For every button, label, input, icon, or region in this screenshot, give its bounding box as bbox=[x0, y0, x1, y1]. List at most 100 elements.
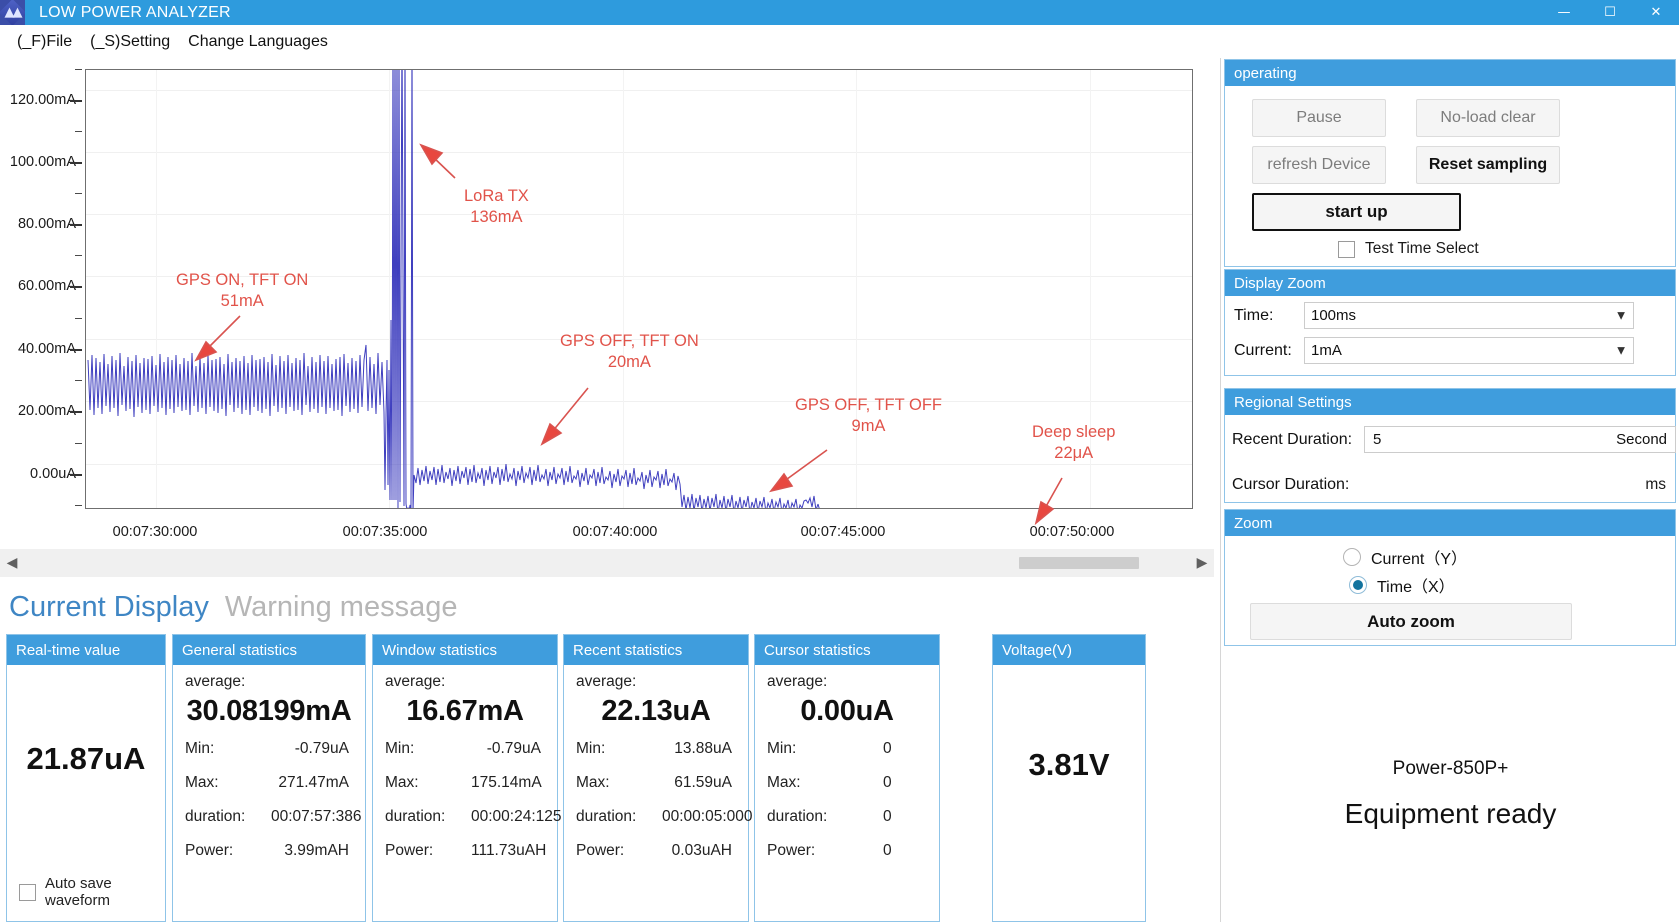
maximize-button[interactable]: ☐ bbox=[1587, 0, 1633, 25]
pause-button[interactable]: Pause bbox=[1252, 99, 1386, 137]
stat-value: 271.47mA bbox=[271, 774, 353, 792]
chart-horizontal-scrollbar[interactable]: ◀ ▶ bbox=[0, 549, 1214, 577]
stat-value: 0 bbox=[853, 808, 927, 826]
current-zoom-value: 1mA bbox=[1311, 342, 1342, 359]
recent-duration-label: Recent Duration: bbox=[1232, 431, 1352, 449]
y-tick bbox=[75, 69, 82, 70]
group-header: Zoom bbox=[1225, 510, 1675, 536]
reset-sampling-button[interactable]: Reset sampling bbox=[1416, 146, 1560, 184]
stat-value: 111.73uAH bbox=[471, 842, 550, 860]
y-axis: 120.00mA 100.00mA 80.00mA 60.00mA 40.00m… bbox=[0, 69, 82, 509]
current-label: Current: bbox=[1234, 342, 1292, 360]
group-header: operating bbox=[1225, 60, 1675, 86]
tab-current-display[interactable]: Current Display bbox=[9, 591, 209, 624]
stat-row: Power: 0 bbox=[767, 842, 927, 860]
card-cursor-statistics: Cursor statistics average: 0.00uA Min: 0… bbox=[754, 634, 940, 922]
card-general-statistics: General statistics average: 30.08199mA M… bbox=[172, 634, 366, 922]
menu-bar: (_F)File (_S)Setting Change Languages bbox=[0, 25, 1679, 58]
y-tick-label: 100.00mA bbox=[10, 154, 76, 170]
auto-save-waveform-row[interactable]: Auto save waveform bbox=[19, 875, 165, 909]
test-time-select-checkbox[interactable] bbox=[1338, 241, 1355, 258]
time-zoom-select[interactable]: 100ms ▼ bbox=[1304, 302, 1634, 329]
x-axis: 00:07:30:000 00:07:35:000 00:07:40:000 0… bbox=[0, 514, 1214, 544]
menu-item-file[interactable]: (_F)File bbox=[8, 30, 81, 54]
radio-time-x[interactable]: Time（X） bbox=[1349, 573, 1455, 597]
tab-warning-message[interactable]: Warning message bbox=[225, 591, 458, 624]
right-control-panel: operating Pause No-load clear refresh De… bbox=[1220, 58, 1679, 922]
start-up-button[interactable]: start up bbox=[1252, 193, 1461, 231]
card-recent-statistics: Recent statistics average: 22.13uA Min: … bbox=[563, 634, 749, 922]
stat-key: Max: bbox=[185, 774, 271, 792]
card-window-statistics: Window statistics average: 16.67mA Min: … bbox=[372, 634, 558, 922]
test-time-select-row[interactable]: Test Time Select bbox=[1338, 240, 1479, 258]
menu-item-setting[interactable]: (_S)Setting bbox=[81, 30, 179, 54]
close-button[interactable]: ✕ bbox=[1633, 0, 1679, 25]
scrollbar-track[interactable] bbox=[24, 549, 1190, 577]
average-value: 22.13uA bbox=[576, 695, 736, 728]
stat-key: Min: bbox=[767, 740, 853, 758]
stat-key: duration: bbox=[185, 808, 271, 826]
card-header: Window statistics bbox=[373, 635, 557, 665]
stat-value: 00:00:05:000 bbox=[662, 808, 757, 826]
y-tick bbox=[70, 349, 82, 351]
minimize-button[interactable]: — bbox=[1541, 0, 1587, 25]
stat-value: 0 bbox=[853, 740, 927, 758]
stat-key: Min: bbox=[385, 740, 471, 758]
plot-frame[interactable] bbox=[85, 69, 1193, 509]
stat-key: Power: bbox=[767, 842, 853, 860]
y-tick bbox=[70, 100, 82, 102]
y-tick bbox=[75, 380, 82, 381]
average-label: average: bbox=[767, 673, 927, 691]
stat-row: Min: -0.79uA bbox=[185, 740, 353, 758]
current-zoom-select[interactable]: 1mA ▼ bbox=[1304, 337, 1634, 364]
y-tick-label: 40.00mA bbox=[18, 341, 76, 357]
stat-row: duration: 00:00:05:000 bbox=[576, 808, 736, 826]
average-label: average: bbox=[185, 673, 353, 691]
y-tick bbox=[70, 474, 82, 476]
card-voltage: Voltage(V) 3.81V bbox=[992, 634, 1146, 922]
stat-key: Max: bbox=[385, 774, 471, 792]
group-operating: operating Pause No-load clear refresh De… bbox=[1224, 59, 1676, 267]
window-controls: — ☐ ✕ bbox=[1541, 0, 1679, 25]
average-label: average: bbox=[576, 673, 736, 691]
auto-save-waveform-checkbox[interactable] bbox=[19, 884, 36, 901]
card-header: Voltage(V) bbox=[993, 635, 1145, 665]
stat-row: Max: 61.59uA bbox=[576, 774, 736, 792]
stat-row: Max: 271.47mA bbox=[185, 774, 353, 792]
y-tick bbox=[75, 193, 82, 194]
stat-value: 0.03uAH bbox=[662, 842, 736, 860]
stat-key: Power: bbox=[385, 842, 471, 860]
recent-duration-input[interactable]: 5 Second bbox=[1364, 426, 1676, 453]
stat-row: Power: 111.73uAH bbox=[385, 842, 545, 860]
stat-value: 61.59uA bbox=[662, 774, 736, 792]
chart-area[interactable]: 120.00mA 100.00mA 80.00mA 60.00mA 40.00m… bbox=[0, 58, 1214, 583]
refresh-device-button[interactable]: refresh Device bbox=[1252, 146, 1386, 184]
y-tick bbox=[75, 255, 82, 256]
y-tick-label: 80.00mA bbox=[18, 216, 76, 232]
stat-value: 175.14mA bbox=[471, 774, 546, 792]
stat-value: 00:07:57:386 bbox=[271, 808, 366, 826]
x-tick-label: 00:07:30:000 bbox=[113, 524, 198, 540]
recent-duration-unit: Second bbox=[1616, 431, 1667, 448]
card-body: 21.87uA Auto save waveform bbox=[7, 665, 165, 921]
x-tick-label: 00:07:35:000 bbox=[343, 524, 428, 540]
radio-current-y[interactable]: Current（Y） bbox=[1343, 545, 1467, 569]
card-header: Real-time value bbox=[7, 635, 165, 665]
x-tick-label: 00:07:50:000 bbox=[1030, 524, 1115, 540]
group-display-zoom: Display Zoom Time: 100ms ▼ Current: 1mA … bbox=[1224, 269, 1676, 376]
radio-button-current-y[interactable] bbox=[1343, 548, 1361, 566]
no-load-clear-button[interactable]: No-load clear bbox=[1416, 99, 1560, 137]
menu-item-change-languages[interactable]: Change Languages bbox=[179, 30, 337, 54]
window-title: LOW POWER ANALYZER bbox=[39, 4, 231, 22]
scrollbar-thumb[interactable] bbox=[1019, 557, 1139, 569]
average-label: average: bbox=[385, 673, 545, 691]
time-zoom-value: 100ms bbox=[1311, 307, 1356, 324]
scroll-left-arrow-icon[interactable]: ◀ bbox=[0, 549, 24, 577]
average-value: 16.67mA bbox=[385, 695, 545, 728]
y-tick bbox=[70, 224, 82, 226]
radio-button-time-x[interactable] bbox=[1349, 576, 1367, 594]
auto-zoom-button[interactable]: Auto zoom bbox=[1250, 603, 1572, 640]
radio-current-y-label: Current（Y） bbox=[1371, 545, 1467, 569]
scroll-right-arrow-icon[interactable]: ▶ bbox=[1190, 549, 1214, 577]
x-tick-label: 00:07:45:000 bbox=[801, 524, 886, 540]
